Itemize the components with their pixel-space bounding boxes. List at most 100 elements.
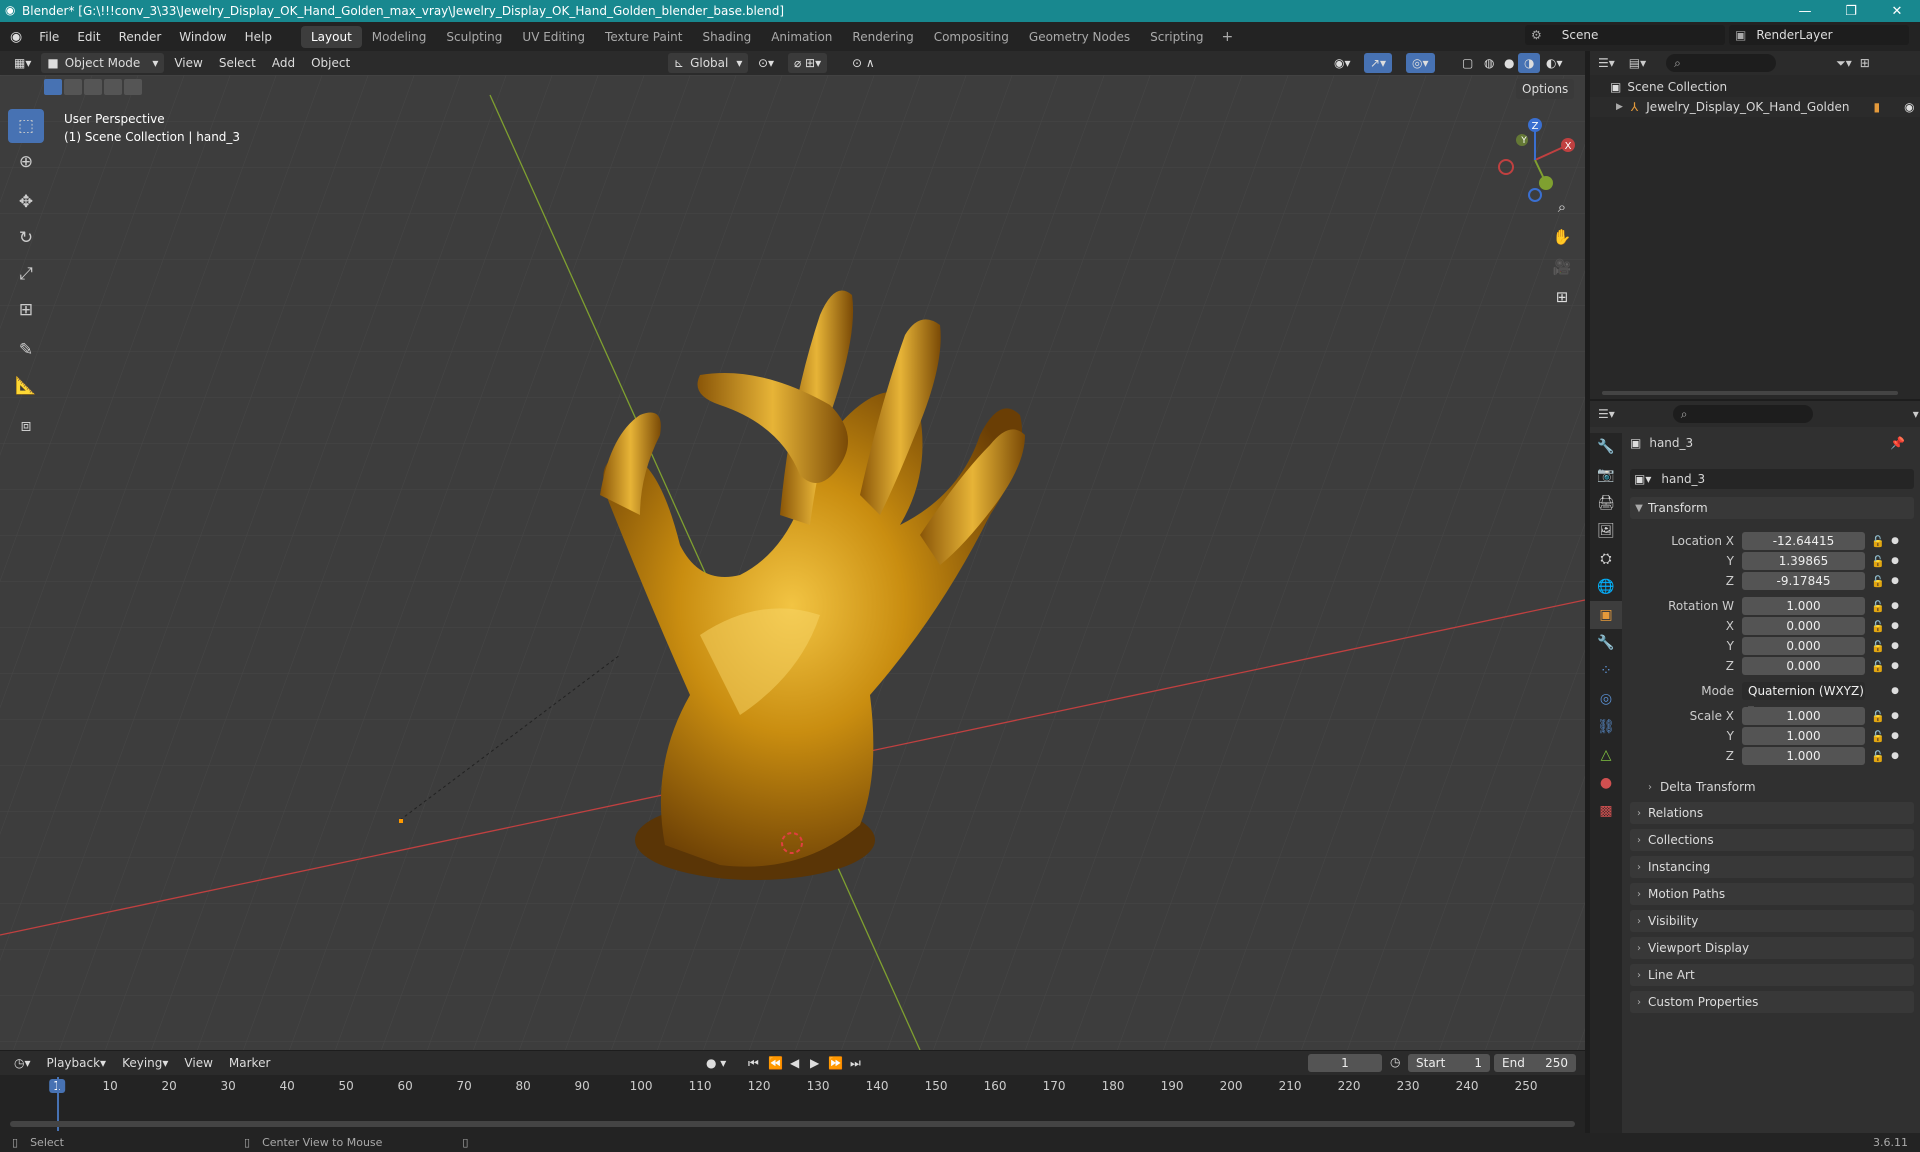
properties-options-icon[interactable]: ▾ xyxy=(1913,407,1919,421)
properties-editor-type-icon[interactable]: ☰▾ xyxy=(1598,407,1615,421)
snap-icon[interactable]: ⌀ ⊞▾ xyxy=(788,53,828,73)
navigation-gizmo[interactable]: X Z Y xyxy=(1490,115,1580,205)
tab-geometry-nodes[interactable]: Geometry Nodes xyxy=(1019,26,1140,48)
physics-tab-icon[interactable]: ◎ xyxy=(1590,685,1622,713)
menu-help[interactable]: Help xyxy=(236,30,281,44)
tab-scripting[interactable]: Scripting xyxy=(1140,26,1213,48)
tab-shading[interactable]: Shading xyxy=(692,26,761,48)
menu-object[interactable]: Object xyxy=(305,53,356,73)
keyframe-dot-icon[interactable]: ● xyxy=(1890,731,1900,741)
gizmo-neg-x-icon[interactable] xyxy=(1498,159,1514,175)
gizmo-neg-z-icon[interactable] xyxy=(1528,188,1542,202)
zoom-icon[interactable]: ⌕ xyxy=(1548,193,1576,221)
add-cube-tool-icon[interactable]: ⧈ xyxy=(8,409,44,443)
tab-animation[interactable]: Animation xyxy=(761,26,842,48)
options-button[interactable]: Options xyxy=(1516,79,1575,99)
render-tab-icon[interactable]: 📷 xyxy=(1590,461,1622,489)
close-button[interactable]: ✕ xyxy=(1874,0,1920,22)
scene-selector[interactable]: ⚙ Scene xyxy=(1525,25,1725,45)
maximize-button[interactable]: ❐ xyxy=(1828,0,1874,22)
menu-add[interactable]: Add xyxy=(266,53,301,73)
rotate-tool-icon[interactable]: ↻ xyxy=(8,221,44,255)
select-intersect-icon[interactable] xyxy=(124,79,142,95)
move-tool-icon[interactable]: ✥ xyxy=(8,185,44,219)
outliner-display-mode-icon[interactable]: ▤▾ xyxy=(1629,56,1646,70)
tab-compositing[interactable]: Compositing xyxy=(924,26,1019,48)
datablock-icon[interactable]: ▣▾ xyxy=(1634,472,1651,486)
select-new-icon[interactable] xyxy=(44,79,62,95)
collections-panel-header[interactable]: › Collections xyxy=(1630,829,1914,851)
tab-modeling[interactable]: Modeling xyxy=(362,26,437,48)
blender-menu-icon[interactable]: ◉ xyxy=(0,29,30,45)
measure-tool-icon[interactable]: 📐 xyxy=(8,369,44,403)
filter-icon[interactable]: ⏷▾ xyxy=(1836,56,1852,71)
lock-icon[interactable]: 🔓 xyxy=(1870,620,1886,633)
editor-type-button[interactable]: ▦▾ xyxy=(8,53,37,73)
scale-x-field[interactable]: 1.000 xyxy=(1742,707,1865,725)
tab-sculpting[interactable]: Sculpting xyxy=(436,26,512,48)
camera-view-icon[interactable]: 🎥 xyxy=(1548,253,1576,281)
modifiers-tab-icon[interactable]: 🔧 xyxy=(1590,629,1622,657)
cursor-tool-icon[interactable]: ⊕ xyxy=(8,145,44,179)
keyframe-dot-icon[interactable]: ● xyxy=(1890,601,1900,611)
keyframe-dot-icon[interactable]: ● xyxy=(1890,576,1900,586)
lock-icon[interactable]: 🔓 xyxy=(1870,575,1886,588)
tab-rendering[interactable]: Rendering xyxy=(842,26,923,48)
gizmo-toggle-icon[interactable]: ↗▾ xyxy=(1364,53,1393,73)
orientation-selector[interactable]: ⊾ Global ▾ xyxy=(668,53,749,73)
annotate-tool-icon[interactable]: ✎ xyxy=(8,333,44,367)
tab-texture-paint[interactable]: Texture Paint xyxy=(595,26,692,48)
scale-tool-icon[interactable]: ⤢ xyxy=(8,257,44,291)
renderlayer-selector[interactable]: ▣ RenderLayer xyxy=(1729,25,1909,45)
lock-icon[interactable]: 🔓 xyxy=(1870,710,1886,723)
rotation-z-field[interactable]: 0.000 xyxy=(1742,657,1865,675)
select-box-tool-icon[interactable]: ⬚ xyxy=(8,109,44,143)
object-data-tab-icon[interactable]: △ xyxy=(1590,741,1622,769)
location-z-field[interactable]: -9.17845 xyxy=(1742,572,1865,590)
select-extend-icon[interactable] xyxy=(64,79,82,95)
texture-tab-icon[interactable]: ▩ xyxy=(1590,797,1622,825)
scene-tab-icon[interactable]: ⛭ xyxy=(1590,545,1622,573)
particles-tab-icon[interactable]: ⁘ xyxy=(1590,657,1622,685)
tab-uv-editing[interactable]: UV Editing xyxy=(512,26,595,48)
rotation-w-field[interactable]: 1.000 xyxy=(1742,597,1865,615)
rotation-x-field[interactable]: 0.000 xyxy=(1742,617,1865,635)
expand-arrow-icon[interactable]: ▶ xyxy=(1616,102,1623,112)
visibility-icon[interactable]: ◉▾ xyxy=(1328,53,1357,73)
3d-viewport[interactable]: User Perspective (1) Scene Collection | … xyxy=(0,75,1585,1050)
tool-tab-icon[interactable]: 🔧 xyxy=(1590,433,1622,461)
lock-icon[interactable]: 🔓 xyxy=(1870,640,1886,653)
minimize-button[interactable]: — xyxy=(1782,0,1828,22)
scale-y-field[interactable]: 1.000 xyxy=(1742,727,1865,745)
pivot-icon[interactable]: ⊙▾ xyxy=(752,53,780,73)
menu-render[interactable]: Render xyxy=(110,30,171,44)
keyframe-dot-icon[interactable]: ● xyxy=(1890,536,1900,546)
material-tab-icon[interactable]: ● xyxy=(1590,769,1622,797)
tab-layout[interactable]: Layout xyxy=(300,25,362,48)
rendered-shading-icon[interactable]: ◐▾ xyxy=(1540,53,1569,73)
eye-visibility-icon[interactable]: ◉ xyxy=(1904,100,1914,114)
location-y-field[interactable]: 1.39865 xyxy=(1742,552,1865,570)
new-collection-icon[interactable]: ⊞ xyxy=(1860,56,1870,70)
proportional-edit-icon[interactable]: ⊙ ∧ xyxy=(846,53,881,73)
instancing-panel-header[interactable]: › Instancing xyxy=(1630,856,1914,878)
world-tab-icon[interactable]: 🌐 xyxy=(1590,573,1622,601)
add-workspace-icon[interactable]: + xyxy=(1214,29,1242,45)
menu-file[interactable]: File xyxy=(30,30,68,44)
outliner-scrollbar[interactable] xyxy=(1602,391,1898,395)
rotation-mode-dropdown[interactable]: Quaternion (WXYZ) ▾ xyxy=(1742,682,1865,716)
mode-selector[interactable]: ■ Object Mode ▾ xyxy=(41,53,165,73)
outliner-editor-type-icon[interactable]: ☰▾ xyxy=(1598,56,1615,70)
keyframe-dot-icon[interactable]: ● xyxy=(1890,711,1900,721)
menu-window[interactable]: Window xyxy=(170,30,235,44)
pan-hand-icon[interactable]: ✋ xyxy=(1548,223,1576,251)
viewport-display-panel-header[interactable]: › Viewport Display xyxy=(1630,937,1914,959)
overlay-toggle-icon[interactable]: ◎▾ xyxy=(1406,53,1435,73)
properties-search-input[interactable]: ⌕ xyxy=(1672,405,1813,423)
object-tab-icon[interactable]: ▣ xyxy=(1590,601,1622,629)
material-shading-icon[interactable]: ◑ xyxy=(1518,53,1541,73)
transform-panel-header[interactable]: ▼ Transform xyxy=(1630,497,1914,519)
delta-transform-header[interactable]: › Delta Transform xyxy=(1648,777,1756,797)
transform-tool-icon[interactable]: ⊞ xyxy=(8,293,44,327)
pin-icon[interactable]: 📌 xyxy=(1890,436,1905,450)
